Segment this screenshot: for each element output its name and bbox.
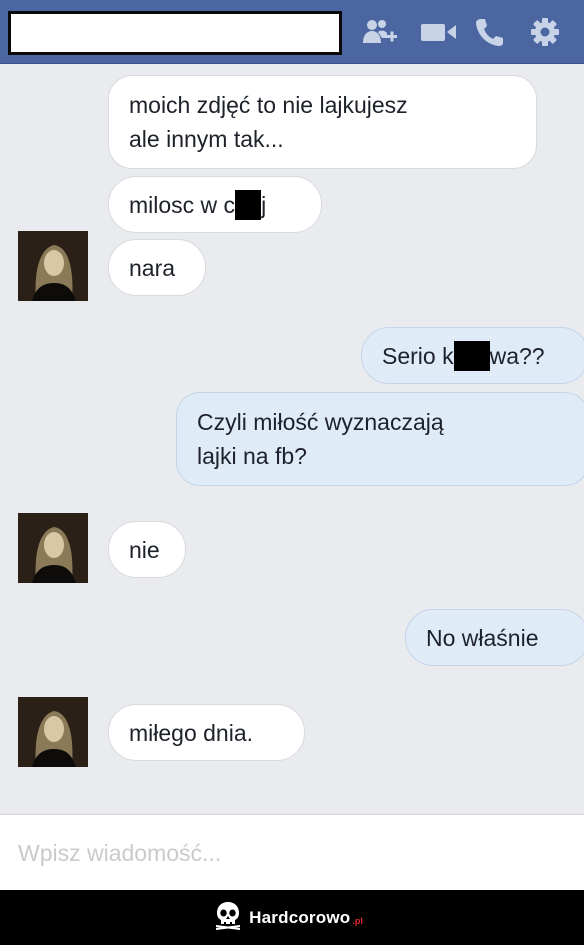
message-text: j — [261, 191, 267, 218]
message-text: moich zdjęć to nie lajkujesz ale innym t… — [129, 92, 408, 152]
message-incoming: nie — [108, 521, 186, 578]
watermark-suffix: .pl — [352, 915, 363, 926]
message-incoming: nara — [108, 239, 206, 296]
message-text: miłego dnia. — [129, 719, 254, 746]
watermark-logo: Hardcorowo .pl — [213, 900, 363, 935]
chat-header — [0, 0, 584, 64]
message-incoming: miłego dnia. — [108, 704, 305, 761]
censor-block — [235, 189, 262, 220]
avatar[interactable] — [18, 513, 88, 583]
add-friend-icon[interactable] — [360, 14, 400, 50]
avatar[interactable] — [18, 231, 88, 301]
message-text: nie — [129, 536, 160, 563]
message-incoming: moich zdjęć to nie lajkujesz ale innym t… — [108, 75, 537, 169]
message-outgoing: Serio k wa?? — [361, 327, 584, 384]
message-text: Serio k — [382, 342, 454, 369]
message-text: wa?? — [489, 342, 545, 369]
message-text: Czyli miłość wyznaczają lajki na fb? — [197, 409, 444, 469]
message-text: milosc w c — [129, 191, 236, 218]
message-thread[interactable]: moich zdjęć to nie lajkujesz ale innym t… — [0, 64, 584, 814]
avatar[interactable] — [18, 697, 88, 767]
phone-icon[interactable] — [472, 14, 506, 50]
censor-block — [453, 340, 490, 371]
watermark-brand: Hardcorowo — [249, 907, 351, 927]
message-composer — [0, 814, 584, 891]
message-outgoing: No właśnie — [405, 609, 584, 666]
contact-name-redacted — [8, 11, 342, 55]
message-input[interactable] — [0, 815, 584, 891]
message-text: nara — [129, 254, 176, 281]
message-outgoing: Czyli miłość wyznaczają lajki na fb? — [176, 392, 584, 486]
message-text: No właśnie — [426, 624, 539, 651]
watermark-bar: Hardcorowo .pl — [0, 890, 584, 945]
video-call-icon[interactable] — [418, 14, 460, 50]
message-incoming: milosc w c j — [108, 176, 322, 233]
gear-icon[interactable] — [526, 14, 564, 50]
skull-icon — [213, 900, 243, 935]
